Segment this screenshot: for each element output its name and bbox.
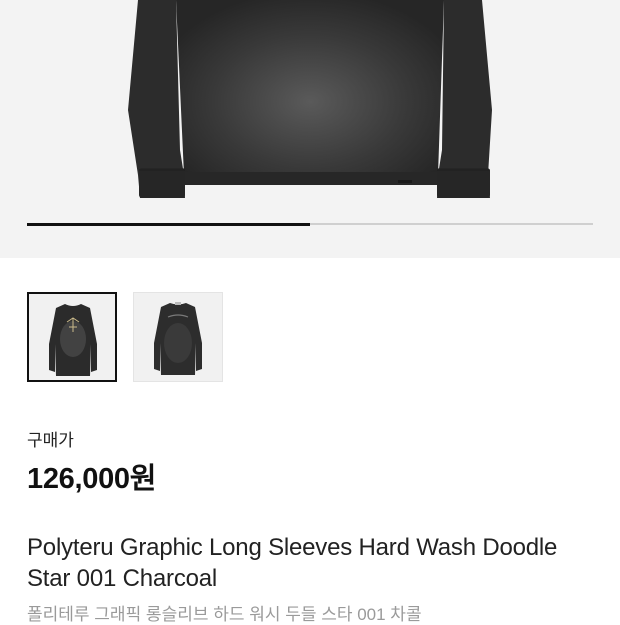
gallery-progress-track	[27, 222, 593, 226]
thumbnail-back[interactable]	[133, 292, 223, 382]
product-name-korean: 폴리테루 그래픽 롱슬리브 하드 워시 두들 스타 001 차콜	[27, 605, 422, 624]
product-main-image	[128, 0, 492, 198]
gallery-progress-fill	[27, 222, 310, 226]
product-price: 126,000원	[27, 463, 157, 495]
product-image-gallery[interactable]	[0, 0, 620, 258]
price-label: 구매가	[27, 431, 74, 450]
product-name-english: Polyteru Graphic Long Sleeves Hard Wash …	[27, 534, 558, 592]
shirt-back-thumbnail-icon	[154, 302, 202, 375]
shirt-front-thumbnail-icon	[49, 304, 97, 376]
thumbnail-front[interactable]	[27, 292, 117, 382]
